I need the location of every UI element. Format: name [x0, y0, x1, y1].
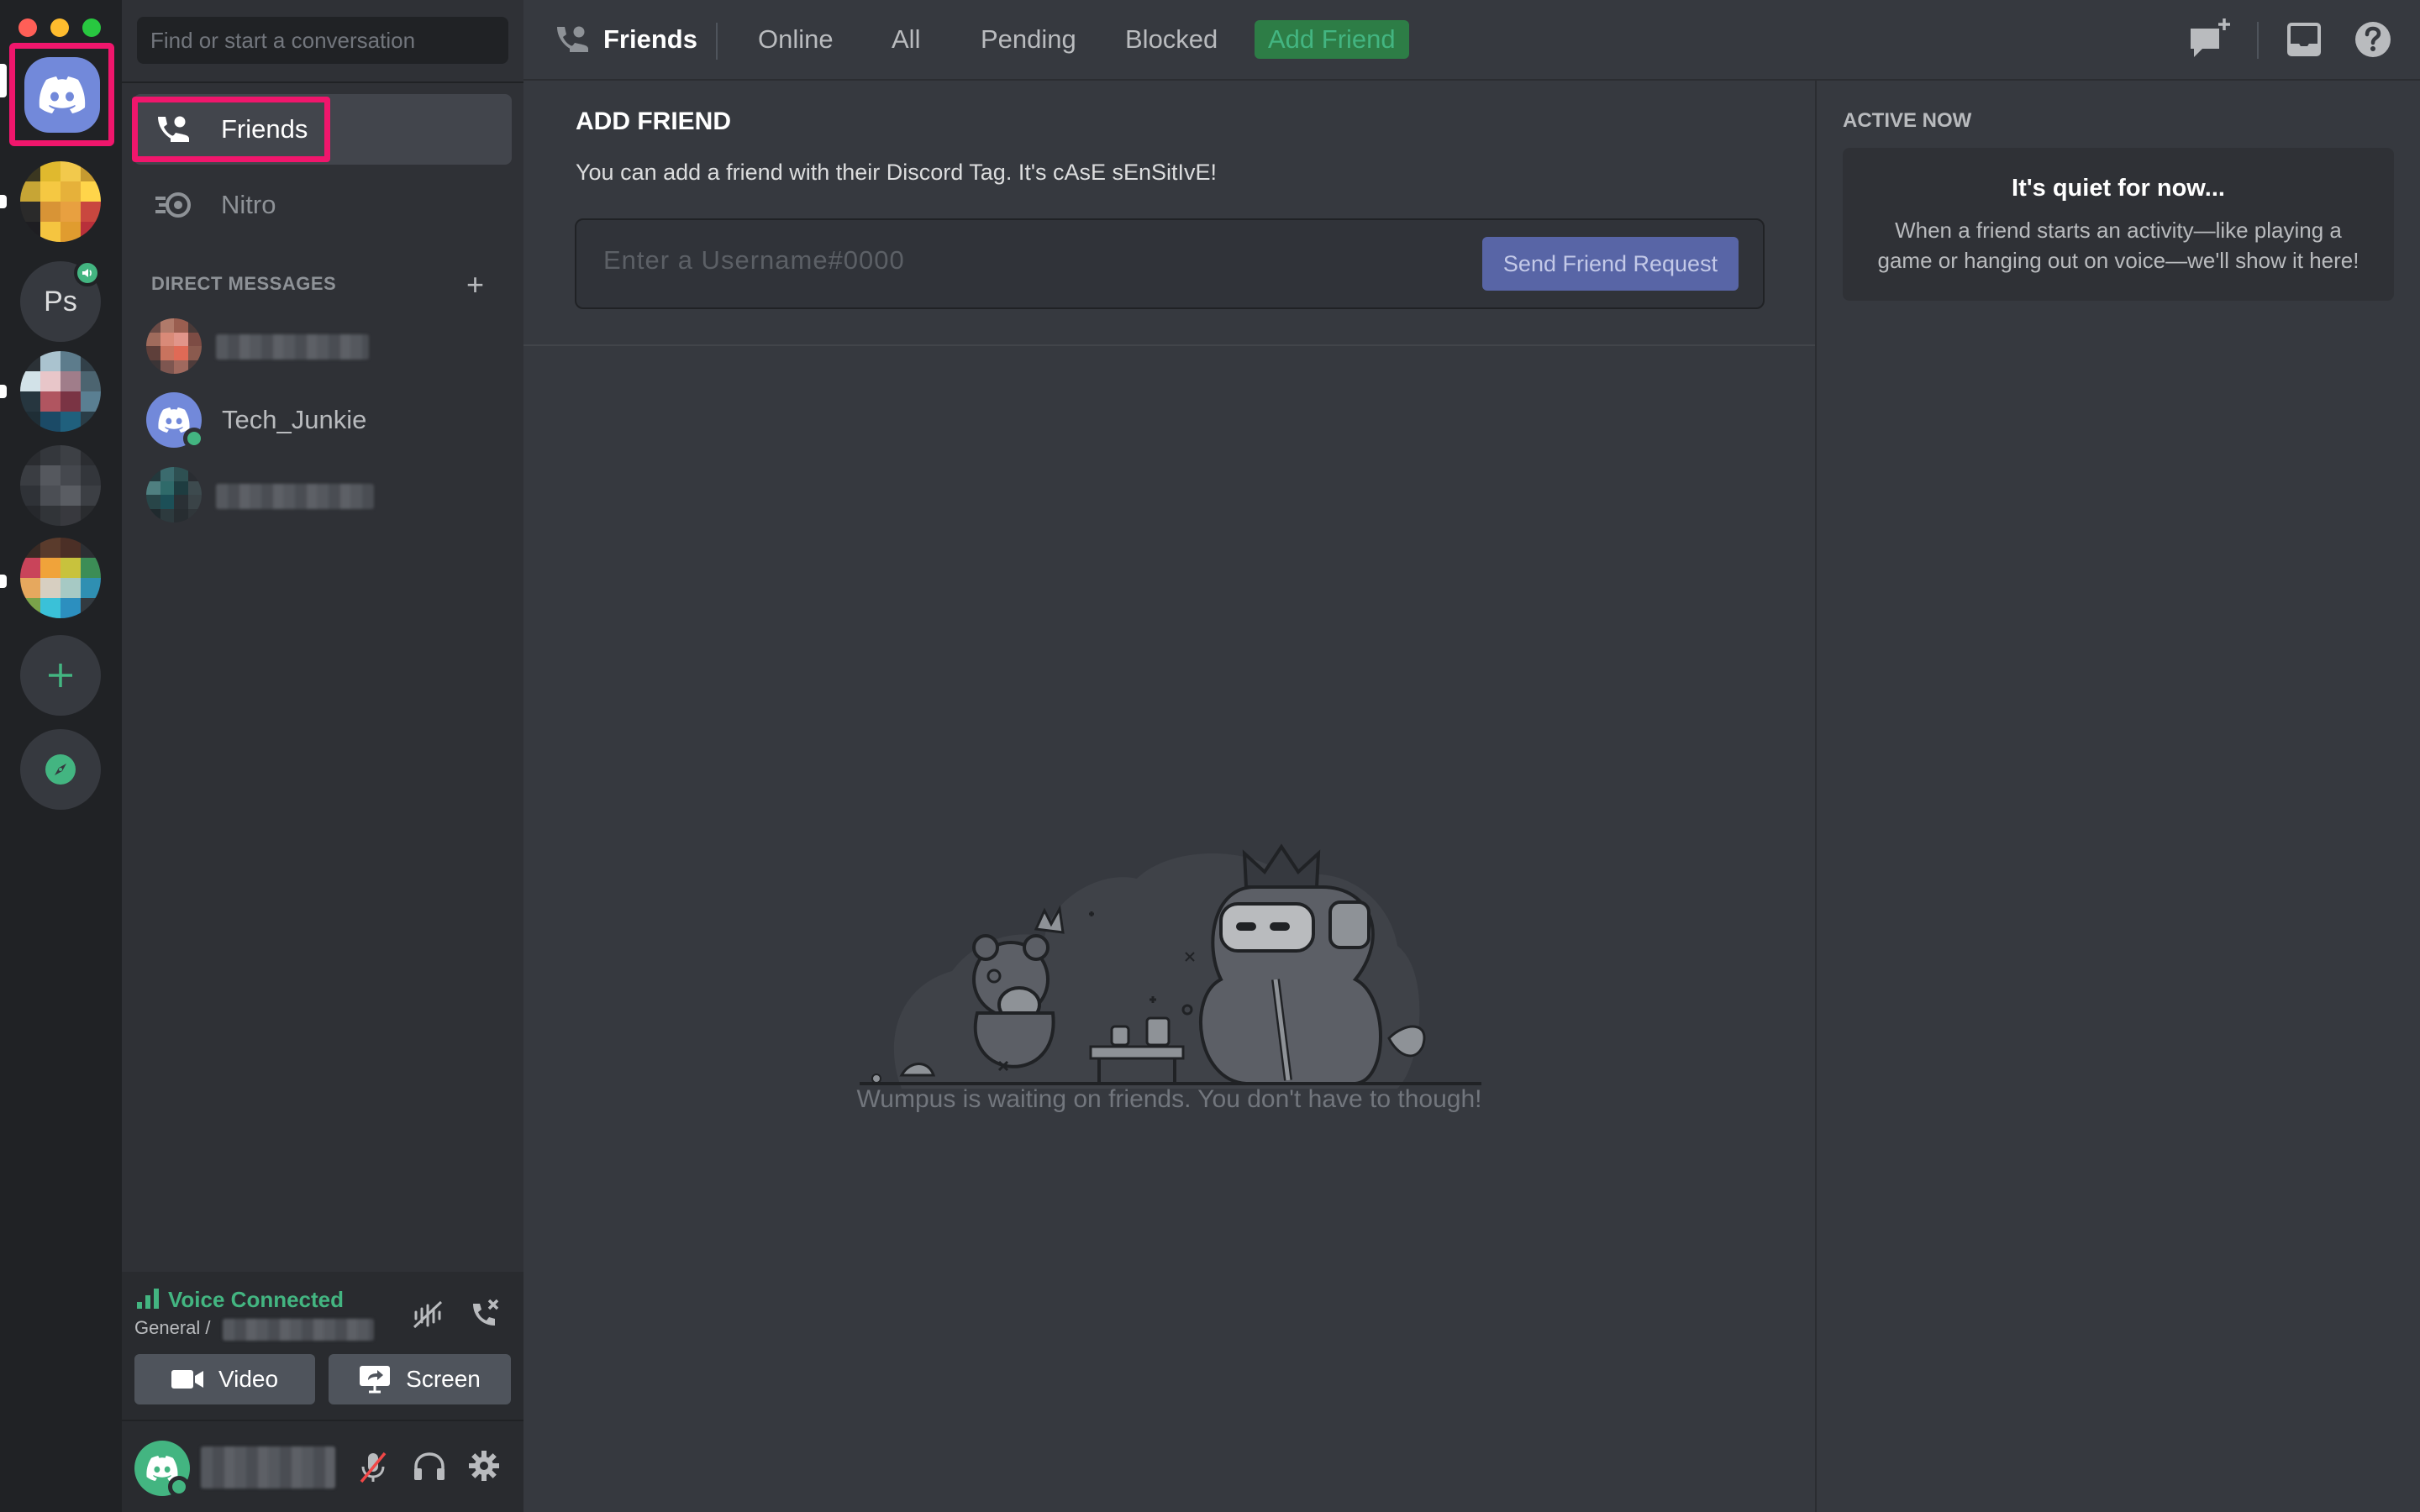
- explore-servers-button[interactable]: [20, 729, 101, 810]
- noise-suppression-icon[interactable]: [413, 1300, 443, 1329]
- search-input[interactable]: Find or start a conversation: [137, 17, 508, 64]
- voice-server-redacted: [223, 1319, 374, 1341]
- selected-indicator: [0, 64, 7, 97]
- create-dm-button[interactable]: +: [466, 270, 484, 300]
- nav-friends-label: Friends: [221, 114, 308, 144]
- username-redacted: [201, 1446, 335, 1488]
- dm-section-header: DIRECT MESSAGES: [151, 273, 337, 294]
- add-server-button[interactable]: [20, 635, 101, 716]
- tab-online[interactable]: Online: [758, 24, 834, 55]
- server-icon-3[interactable]: [20, 445, 101, 526]
- screen-share-icon: [360, 1366, 391, 1394]
- add-friend-title: ADD FRIEND: [576, 108, 731, 135]
- divider: [2257, 22, 2259, 59]
- mute-microphone-icon[interactable]: [359, 1452, 387, 1483]
- server-icon-2[interactable]: [20, 351, 101, 432]
- username-input[interactable]: [603, 245, 1444, 276]
- zoom-window-button[interactable]: [82, 18, 101, 37]
- page-title: Friends: [603, 24, 697, 54]
- inbox-icon[interactable]: [2286, 22, 2322, 57]
- main-content: ADD FRIEND You can add a friend with the…: [523, 81, 1815, 1512]
- avatar: [146, 318, 202, 374]
- server-label: Ps: [44, 285, 77, 318]
- send-friend-request-button[interactable]: Send Friend Request: [1482, 237, 1739, 291]
- server-icon-1[interactable]: [20, 161, 101, 242]
- discord-logo-icon: [158, 407, 190, 433]
- friends-icon: [557, 26, 588, 52]
- user-panel: [122, 1421, 523, 1512]
- help-icon[interactable]: [2354, 20, 2392, 59]
- voice-channel[interactable]: General /: [134, 1317, 211, 1339]
- active-now-title: ACTIVE NOW: [1843, 109, 1972, 132]
- active-now-panel: ACTIVE NOW It's quiet for now... When a …: [1815, 81, 2420, 1512]
- voice-status[interactable]: Voice Connected: [168, 1287, 344, 1313]
- active-now-card-title: It's quiet for now...: [2012, 175, 2225, 202]
- friends-icon: [158, 116, 189, 142]
- voice-panel: Voice Connected General / Video Screen: [122, 1272, 523, 1421]
- close-window-button[interactable]: [18, 18, 37, 37]
- tab-all[interactable]: All: [892, 24, 920, 55]
- top-bar: Friends Online All Pending Blocked Add F…: [523, 0, 2420, 81]
- add-friend-form: Send Friend Request: [575, 218, 1765, 309]
- dm-name-redacted: [216, 334, 369, 360]
- tab-add-friend[interactable]: Add Friend: [1255, 20, 1409, 59]
- home-button[interactable]: [24, 57, 100, 133]
- unread-indicator: [0, 195, 7, 208]
- online-status-badge: [183, 428, 205, 449]
- screen-label: Screen: [406, 1366, 481, 1392]
- minimize-window-button[interactable]: [50, 18, 69, 37]
- divider: [523, 344, 1815, 346]
- tab-pending[interactable]: Pending: [981, 24, 1076, 55]
- compass-icon: [45, 754, 76, 785]
- discord-logo-icon: [39, 76, 86, 113]
- add-friend-description: You can add a friend with their Discord …: [576, 160, 1218, 185]
- connection-bars-icon: [137, 1289, 159, 1309]
- nitro-icon: [155, 192, 191, 218]
- empty-state-text: Wumpus is waiting on friends. You don't …: [856, 1085, 1482, 1113]
- home-highlight: [9, 43, 114, 146]
- active-now-card-body: When a friend starts an activity—like pl…: [1877, 218, 2360, 273]
- headphones-icon[interactable]: [413, 1452, 446, 1482]
- unread-indicator: [0, 385, 7, 398]
- tab-blocked[interactable]: Blocked: [1125, 24, 1218, 55]
- video-button[interactable]: Video: [134, 1354, 315, 1404]
- new-group-dm-icon[interactable]: [2187, 17, 2234, 62]
- server-rail: Ps: [0, 0, 122, 1512]
- divider: [122, 81, 523, 83]
- camera-icon: [171, 1370, 203, 1389]
- dm-name-redacted: [216, 484, 374, 509]
- dm-name: Tech_Junkie: [222, 405, 367, 434]
- avatar: [146, 467, 202, 522]
- online-status-badge: [168, 1476, 190, 1498]
- unread-indicator: [0, 575, 7, 588]
- video-label: Video: [218, 1366, 279, 1392]
- window-controls: [18, 18, 101, 37]
- speaker-icon: [82, 269, 92, 277]
- wumpus-illustration: [860, 843, 1481, 1089]
- nav-nitro-label: Nitro: [221, 190, 276, 219]
- gear-icon[interactable]: [468, 1450, 500, 1482]
- discord-app: Ps Find or start a conversation Friends …: [0, 0, 2420, 1512]
- screen-share-button[interactable]: Screen: [329, 1354, 511, 1404]
- plus-icon: [49, 664, 72, 687]
- disconnect-icon[interactable]: [468, 1297, 502, 1331]
- divider: [716, 23, 718, 60]
- voice-badge: [74, 260, 101, 286]
- server-icon-4[interactable]: [20, 538, 101, 618]
- active-now-card: It's quiet for now... When a friend star…: [1843, 148, 2394, 301]
